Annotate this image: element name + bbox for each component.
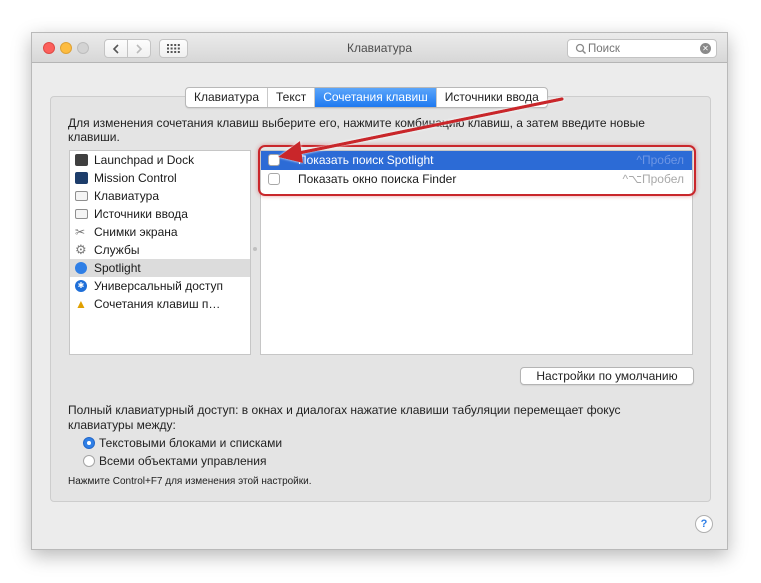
radio-label: Текстовыми блоками и списками xyxy=(99,436,283,450)
screenshot-icon: ✂ xyxy=(75,225,86,239)
shortcut-keys[interactable]: ^Пробел xyxy=(636,151,684,170)
shortcut-checkbox[interactable] xyxy=(268,173,280,185)
category-item-screenshots[interactable]: ✂ Снимки экрана xyxy=(70,223,250,241)
category-item-app-shortcuts[interactable]: ▲ Сочетания клавиш п… xyxy=(70,295,250,313)
category-label: Spotlight xyxy=(94,261,141,275)
clear-search-icon[interactable]: ✕ xyxy=(700,43,711,54)
tab-input-sources[interactable]: Источники ввода xyxy=(437,88,547,107)
radio-label: Всеми объектами управления xyxy=(99,454,267,468)
keyboard-icon xyxy=(75,191,88,201)
shortcut-label: Показать окно поиска Finder xyxy=(298,172,457,186)
search-field[interactable]: ✕ xyxy=(567,39,717,58)
shortcut-label: Показать поиск Spotlight xyxy=(298,153,434,167)
instruction-text: Для изменения сочетания клавиш выберите … xyxy=(68,116,645,144)
category-label: Сочетания клавиш п… xyxy=(94,297,221,311)
search-icon xyxy=(575,43,587,55)
category-label: Launchpad и Dock xyxy=(94,153,195,167)
shortcut-row-spotlight[interactable]: Показать поиск Spotlight ^Пробел xyxy=(261,151,692,170)
launchpad-icon xyxy=(75,154,88,166)
category-item-mission-control[interactable]: Mission Control xyxy=(70,169,250,187)
category-item-input-sources[interactable]: Источники ввода xyxy=(70,205,250,223)
category-label: Mission Control xyxy=(94,171,177,185)
title-bar: Клавиатура ✕ xyxy=(32,33,727,63)
category-list: Launchpad и Dock Mission Control Клавиат… xyxy=(69,150,251,355)
category-label: Универсальный доступ xyxy=(94,279,224,293)
preferences-window: Клавиатура ✕ Клавиатура Текст Сочетания … xyxy=(31,32,728,550)
gear-icon: ⚙ xyxy=(75,242,87,257)
tab-text[interactable]: Текст xyxy=(268,88,316,107)
category-label: Службы xyxy=(94,243,140,257)
shortcut-list: Показать поиск Spotlight ^Пробел Показат… xyxy=(260,150,693,355)
search-input[interactable] xyxy=(588,41,688,56)
app-shortcuts-icon: ▲ xyxy=(75,297,87,311)
shortcut-row-finder-search[interactable]: Показать окно поиска Finder ^⌥Пробел xyxy=(261,170,692,189)
category-label: Источники ввода xyxy=(94,207,188,221)
category-item-keyboard[interactable]: Клавиатура xyxy=(70,187,250,205)
radio-button[interactable] xyxy=(83,437,95,449)
hint-text: Нажмите Control+F7 для изменения этой на… xyxy=(68,476,312,487)
split-handle[interactable] xyxy=(253,247,257,251)
mission-control-icon xyxy=(75,172,88,184)
input-sources-icon xyxy=(75,209,88,219)
shortcut-checkbox[interactable] xyxy=(268,154,280,166)
category-label: Снимки экрана xyxy=(94,225,178,239)
restore-defaults-button[interactable]: Настройки по умолчанию xyxy=(520,367,694,385)
tab-keyboard[interactable]: Клавиатура xyxy=(186,88,268,107)
spotlight-icon xyxy=(75,262,87,274)
keyboard-access-description: Полный клавиатурный доступ: в окнах и ди… xyxy=(68,403,621,432)
tab-shortcuts[interactable]: Сочетания клавиш xyxy=(315,88,437,107)
category-item-accessibility[interactable]: ✱ Универсальный доступ xyxy=(70,277,250,295)
radio-button[interactable] xyxy=(83,455,95,467)
category-item-launchpad[interactable]: Launchpad и Dock xyxy=(70,151,250,169)
category-label: Клавиатура xyxy=(94,189,159,203)
category-item-services[interactable]: ⚙ Службы xyxy=(70,241,250,259)
help-button[interactable]: ? xyxy=(695,515,713,533)
accessibility-icon: ✱ xyxy=(75,280,87,292)
tab-bar: Клавиатура Текст Сочетания клавиш Источн… xyxy=(185,87,548,108)
shortcut-keys[interactable]: ^⌥Пробел xyxy=(623,170,684,189)
category-item-spotlight[interactable]: Spotlight xyxy=(70,259,250,277)
